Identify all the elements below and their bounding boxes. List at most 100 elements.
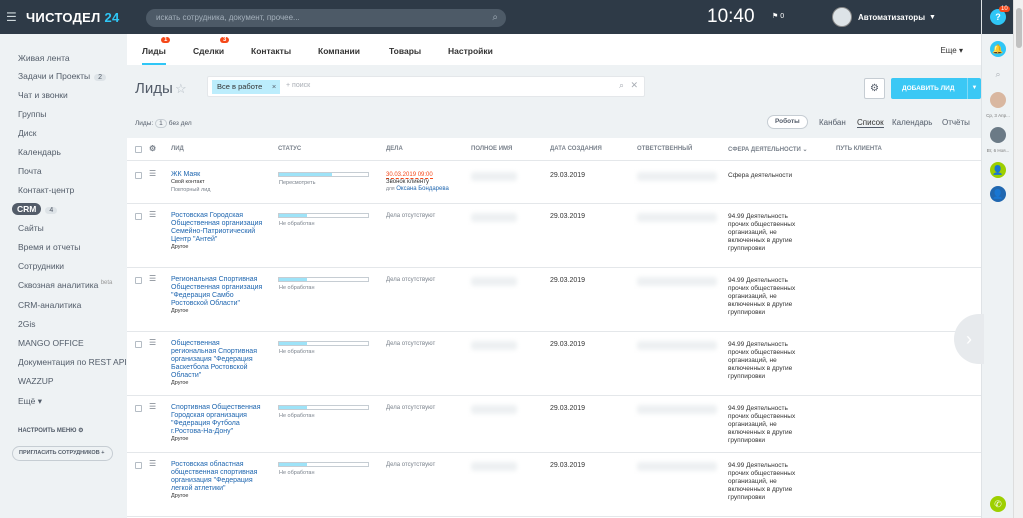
- status-progress[interactable]: [278, 172, 369, 177]
- sidebar-item-rest-api[interactable]: Документация по REST API: [18, 357, 127, 367]
- row-menu-icon[interactable]: ☰: [149, 459, 156, 468]
- row-menu-icon[interactable]: ☰: [149, 402, 156, 411]
- add-lead-button[interactable]: ДОБАВИТЬ ЛИД ▼: [891, 78, 981, 99]
- tab-leads[interactable]: Лиды 1: [142, 37, 171, 65]
- row-menu-icon[interactable]: ☰: [149, 169, 156, 178]
- count-value[interactable]: 1: [155, 119, 167, 128]
- lead-name[interactable]: Спортивная Общественная Городская органи…: [171, 404, 265, 443]
- view-list[interactable]: Список: [857, 118, 884, 128]
- col-client-path[interactable]: ПУТЬ КЛИЕНТА: [836, 146, 882, 152]
- chevron-down-icon[interactable]: ▼: [967, 78, 981, 99]
- sidebar-item-wazzup[interactable]: WAZZUP: [18, 376, 54, 386]
- col-status[interactable]: СТАТУС: [278, 146, 301, 152]
- sidebar-item-crm-analytics[interactable]: CRM-аналитика: [18, 300, 81, 310]
- lead-link[interactable]: ЖК Маяк: [171, 171, 200, 178]
- row-menu-icon[interactable]: ☰: [149, 338, 156, 347]
- row-checkbox[interactable]: [135, 213, 142, 220]
- deal-person[interactable]: Оксана Бондарева: [396, 186, 449, 192]
- search-icon[interactable]: ⌕: [619, 80, 624, 91]
- view-reports[interactable]: Отчёты: [942, 118, 970, 127]
- view-kanban[interactable]: Канбан: [819, 118, 846, 127]
- col-lead[interactable]: ЛИД: [171, 146, 184, 152]
- sidebar-item-sites[interactable]: Сайты: [18, 223, 44, 233]
- filter-chip[interactable]: Все в работе ×: [212, 80, 281, 94]
- lead-name[interactable]: Ростовская Городская Общественная органи…: [171, 212, 265, 251]
- tab-settings[interactable]: Настройки: [448, 46, 493, 56]
- tab-deals[interactable]: Сделки 3: [193, 37, 230, 56]
- deal-title[interactable]: Звонок клиенту: [386, 179, 429, 185]
- gear-icon[interactable]: ⚙: [864, 78, 885, 99]
- row-checkbox[interactable]: [135, 405, 142, 412]
- sidebar-item-employees[interactable]: Сотрудники: [18, 261, 64, 271]
- table-row[interactable]: ☰ Общественная региональная Спортивная о…: [127, 332, 981, 396]
- status-progress[interactable]: [278, 405, 369, 410]
- sidebar-item-2gis[interactable]: 2Gis: [18, 319, 35, 329]
- col-full-name[interactable]: ПОЛНОЕ ИМЯ: [471, 146, 512, 152]
- group-icon[interactable]: 👤: [990, 186, 1006, 202]
- row-menu-icon[interactable]: ☰: [149, 210, 156, 219]
- status-progress[interactable]: [278, 341, 369, 346]
- scrollbar-thumb[interactable]: [1016, 8, 1022, 48]
- sidebar-item-contact-center[interactable]: Контакт-центр: [18, 185, 74, 195]
- row-menu-icon[interactable]: ☰: [149, 274, 156, 283]
- lead-link[interactable]: Общественная региональная Спортивная орг…: [171, 340, 257, 379]
- lead-link[interactable]: Ростовская областная общественная спорти…: [171, 461, 257, 492]
- tabs-more-button[interactable]: Еще ▾: [940, 46, 963, 55]
- search-icon[interactable]: ⌕: [990, 66, 1006, 82]
- lead-link[interactable]: Региональная Спортивная Общественная орг…: [171, 276, 262, 307]
- col-created[interactable]: ДАТА СОЗДАНИЯ: [550, 146, 602, 152]
- sidebar-item-chat[interactable]: Чат и звонки: [18, 90, 68, 100]
- phone-icon[interactable]: ✆: [990, 496, 1006, 512]
- clear-icon[interactable]: ✕: [630, 80, 638, 91]
- lead-name[interactable]: ЖК Маяк Свой контакт Повторный лид: [171, 171, 265, 194]
- row-checkbox[interactable]: [135, 462, 142, 469]
- contact-icon[interactable]: 👤: [990, 162, 1006, 178]
- tab-companies[interactable]: Компании: [318, 46, 360, 56]
- sidebar-item-mango[interactable]: MANGO OFFICE: [18, 338, 84, 348]
- star-icon[interactable]: ☆: [175, 81, 187, 97]
- deal-date[interactable]: 30.03.2019 09:00: [386, 172, 433, 179]
- sidebar-item-tasks[interactable]: Задачи и Проекты 2: [18, 71, 107, 81]
- sidebar-item-time[interactable]: Время и отчеты: [18, 242, 80, 252]
- status-progress[interactable]: [278, 277, 369, 282]
- sidebar-item-analytics[interactable]: Сквозная аналитика beta: [18, 280, 112, 290]
- tab-products[interactable]: Товары: [389, 46, 421, 56]
- lead-name[interactable]: Региональная Спортивная Общественная орг…: [171, 276, 265, 315]
- sidebar-item-calendar[interactable]: Календарь: [18, 147, 61, 157]
- table-row[interactable]: ☰ ЖК Маяк Свой контакт Повторный лид Перес…: [127, 161, 981, 204]
- table-row[interactable]: ☰ Региональная Спортивная Общественная о…: [127, 268, 981, 332]
- search-input[interactable]: искать сотрудника, документ, прочее... ⌕: [146, 9, 506, 27]
- status-progress[interactable]: [278, 462, 369, 467]
- logo[interactable]: ЧИСТОДЕЛ 24: [26, 10, 146, 25]
- robots-button[interactable]: Роботы: [767, 115, 808, 129]
- flag-counter[interactable]: ⚑ 0: [772, 12, 784, 20]
- row-checkbox[interactable]: [135, 172, 142, 179]
- lead-name[interactable]: Общественная региональная Спортивная орг…: [171, 340, 265, 387]
- invite-button[interactable]: ПРИГЛАСИТЬ СОТРУДНИКОВ +: [12, 446, 113, 461]
- row-checkbox[interactable]: [135, 341, 142, 348]
- table-row[interactable]: ☰ Ростовская областная общественная спор…: [127, 453, 981, 517]
- lead-name[interactable]: Ростовская областная общественная спорти…: [171, 461, 265, 500]
- chat-avatar-2[interactable]: [990, 127, 1006, 143]
- clock[interactable]: 10:40: [707, 6, 755, 28]
- configure-menu-button[interactable]: НАСТРОИТЬ МЕНЮ ⚙: [18, 427, 84, 434]
- col-responsible[interactable]: ОТВЕТСТВЕННЫЙ: [637, 146, 692, 152]
- bell-icon[interactable]: 🔔: [990, 41, 1006, 57]
- lead-link[interactable]: Спортивная Общественная Городская органи…: [171, 404, 261, 435]
- sidebar-item-crm[interactable]: CRM 4: [12, 203, 58, 215]
- gear-icon[interactable]: ⚙: [149, 144, 156, 153]
- tab-contacts[interactable]: Контакты: [251, 46, 291, 56]
- lead-link[interactable]: Ростовская Городская Общественная органи…: [171, 212, 262, 243]
- sidebar-item-mail[interactable]: Почта: [18, 166, 42, 176]
- view-calendar[interactable]: Календарь: [892, 118, 932, 127]
- sidebar-item-more[interactable]: Ещё ▾: [18, 396, 42, 407]
- table-row[interactable]: ☰ Спортивная Общественная Городская орга…: [127, 396, 981, 453]
- select-all-checkbox[interactable]: [135, 146, 142, 153]
- col-sphere[interactable]: СФЕРА ДЕЯТЕЛЬНОСТИ ⌄: [728, 146, 808, 153]
- close-icon[interactable]: ×: [272, 80, 276, 94]
- chat-avatar-1[interactable]: [990, 92, 1006, 108]
- sidebar-item-disk[interactable]: Диск: [18, 128, 36, 138]
- search-icon[interactable]: ⌕: [492, 9, 498, 27]
- sidebar-item-groups[interactable]: Группы: [18, 109, 46, 119]
- sidebar-item-feed[interactable]: Живая лента: [18, 53, 70, 63]
